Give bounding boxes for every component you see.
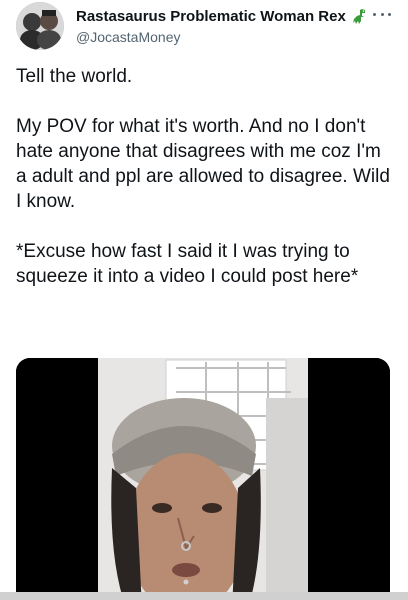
avatar[interactable] [16,2,64,50]
scroll-indicator [0,592,408,600]
video-media[interactable] [16,358,390,600]
tweet-paragraph-3: *Excuse how fast I said it I was trying … [16,241,359,287]
tweet-paragraph-2: My POV for what it's worth. And no I don… [16,116,390,212]
tweet-paragraph-1: Tell the world. [16,66,133,87]
user-handle[interactable]: @JocastaMoney [76,29,366,45]
dinosaur-icon [350,7,368,25]
tweet-text: Tell the world. My POV for what it's wor… [16,64,396,289]
more-options-icon[interactable] [370,6,394,22]
display-name[interactable]: Rastasaurus Problematic Woman Rex [76,8,346,25]
tweet-header: Rastasaurus Problematic Woman Rex @Jocas… [0,0,408,60]
